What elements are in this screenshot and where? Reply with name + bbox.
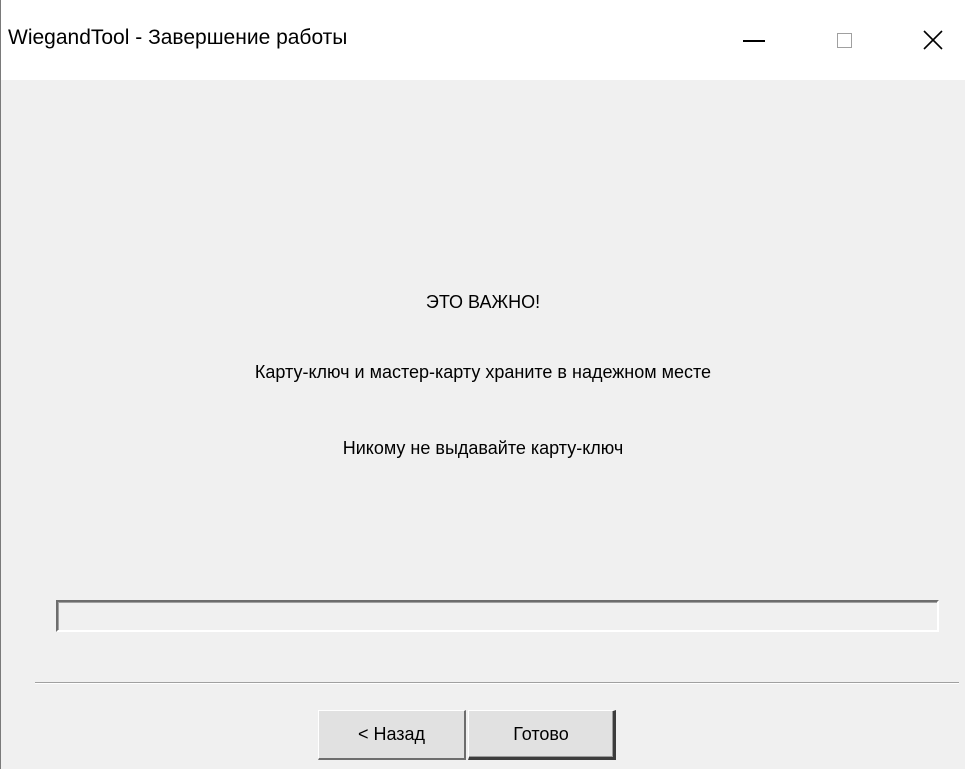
back-button[interactable]: < Назад [318,710,466,760]
close-button[interactable] [904,0,962,80]
close-icon [923,30,943,50]
maximize-icon [836,32,852,48]
minimize-icon [743,40,765,42]
minimize-button[interactable] [725,0,783,80]
window-title: WiegandTool - Завершение работы [8,26,348,49]
important-heading: ЭТО ВАЖНО! [425,292,541,312]
dialog-body: ЭТО ВАЖНО! Карту-ключ и мастер-карту хра… [1,80,965,769]
wizard-window: WiegandTool - Завершение работы ЭТО ВАЖН… [0,0,965,769]
title-bar[interactable]: WiegandTool - Завершение работы [1,0,965,80]
divider [35,682,959,684]
key-card-warning: Никому не выдавайте карту-ключ [342,438,624,458]
storage-instruction: Карту-ключ и мастер-карту храните в наде… [254,362,712,382]
maximize-button[interactable] [815,0,873,80]
finish-button[interactable]: Готово [468,710,616,760]
progress-bar [56,600,939,632]
